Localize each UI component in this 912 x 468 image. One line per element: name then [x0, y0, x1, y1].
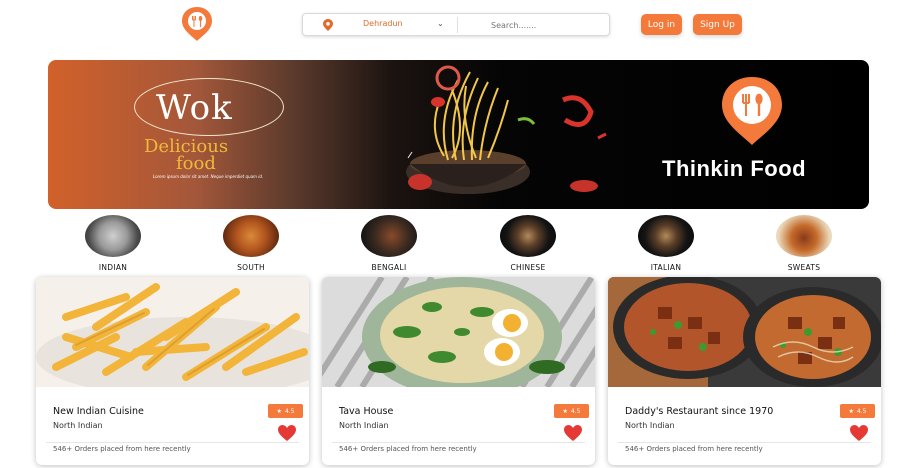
divider: [332, 442, 585, 443]
category-bengali[interactable]: BENGALI: [349, 215, 429, 272]
star-icon: ★: [276, 407, 282, 415]
category-chinese[interactable]: CHINESE: [488, 215, 568, 272]
category-label: SWEATS: [787, 263, 821, 272]
promo-banner[interactable]: Wok Delicious food Lorem ipsum dolor sit…: [48, 60, 869, 209]
category-label: INDIAN: [98, 263, 128, 272]
category-label: BENGALI: [371, 263, 407, 272]
search-input[interactable]: [491, 17, 601, 33]
signup-button[interactable]: Sign Up: [693, 14, 742, 35]
rating-badge: ★ 4.5: [268, 404, 303, 418]
category-image: [500, 215, 556, 257]
restaurant-name[interactable]: Daddy's Restaurant since 1970: [625, 406, 773, 417]
category-image: [223, 215, 279, 257]
category-indian[interactable]: INDIAN: [73, 215, 153, 272]
category-image: [776, 215, 832, 257]
restaurant-cuisine: North Indian: [53, 421, 103, 430]
chevron-down-icon[interactable]: ⌄: [437, 19, 444, 28]
rating-badge: ★ 4.5: [840, 404, 875, 418]
orders-count: 546+ Orders placed from here recently: [53, 445, 191, 453]
category-image: [361, 215, 417, 257]
divider: [618, 442, 871, 443]
category-italian[interactable]: ITALIAN: [626, 215, 706, 272]
login-button[interactable]: Log in: [641, 14, 682, 35]
heart-icon[interactable]: [563, 424, 583, 442]
rating-value: 4.5: [856, 407, 867, 415]
category-label: SOUTH: [237, 263, 265, 272]
brand-logo-icon: [722, 77, 782, 145]
banner-headline: Wok: [156, 88, 233, 128]
category-image: [85, 215, 141, 257]
restaurant-card[interactable]: New Indian Cuisine North Indian ★ 4.5 54…: [36, 277, 309, 465]
rating-badge: ★ 4.5: [554, 404, 589, 418]
restaurant-card[interactable]: Tava House North Indian ★ 4.5 546+ Order…: [322, 277, 595, 465]
restaurant-image: [36, 277, 309, 387]
location-pin-icon: [323, 19, 333, 31]
restaurant-name[interactable]: New Indian Cuisine: [53, 406, 144, 417]
brand-name: Thinkin Food: [662, 156, 807, 181]
restaurant-cuisine: North Indian: [339, 421, 389, 430]
star-icon: ★: [848, 407, 854, 415]
orders-count: 546+ Orders placed from here recently: [625, 445, 763, 453]
divider: [457, 17, 458, 33]
star-icon: ★: [562, 407, 568, 415]
logo-icon[interactable]: [180, 6, 214, 42]
category-image: [638, 215, 694, 257]
heart-icon[interactable]: [849, 424, 869, 442]
category-sweats[interactable]: SWEATS: [764, 215, 844, 272]
restaurant-cuisine: North Indian: [625, 421, 675, 430]
restaurant-name[interactable]: Tava House: [339, 406, 393, 417]
restaurant-card[interactable]: Daddy's Restaurant since 1970 North Indi…: [608, 277, 881, 465]
heart-icon[interactable]: [277, 424, 297, 442]
category-south[interactable]: SOUTH: [211, 215, 291, 272]
restaurant-image: [608, 277, 881, 387]
rating-value: 4.5: [284, 407, 295, 415]
location-search-bar: Dehradun ⌄: [302, 13, 610, 36]
banner-tagline: Lorem ipsum dolor sit amet. Neque imperd…: [152, 174, 264, 179]
location-select[interactable]: Dehradun: [363, 19, 403, 28]
category-label: CHINESE: [510, 263, 546, 272]
category-label: ITALIAN: [650, 263, 682, 272]
banner-subline-2: food: [176, 153, 216, 174]
rating-value: 4.5: [570, 407, 581, 415]
orders-count: 546+ Orders placed from here recently: [339, 445, 477, 453]
restaurant-image: [322, 277, 595, 387]
divider: [46, 442, 299, 443]
noodle-bowl-illustration: [406, 65, 607, 194]
